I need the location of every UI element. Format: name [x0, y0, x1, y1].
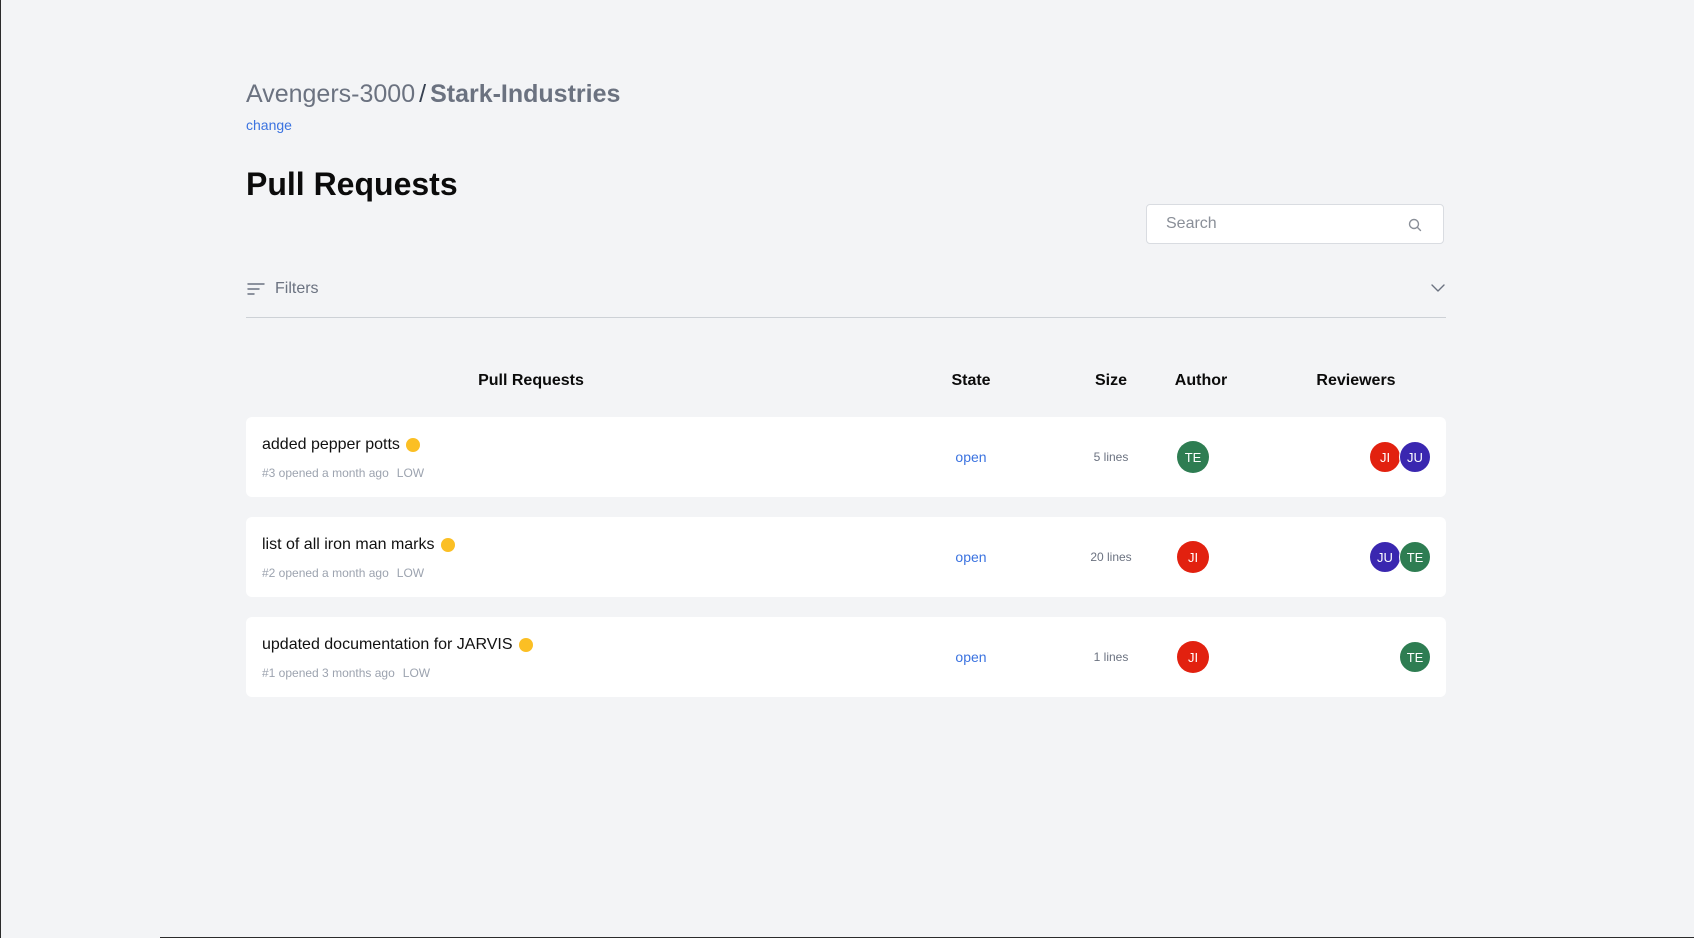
pr-state: open	[955, 549, 987, 565]
pr-title[interactable]: added pepper potts	[262, 436, 400, 454]
table-header: Pull Requests State Size Author Reviewer…	[246, 372, 1446, 396]
pr-state: open	[955, 449, 987, 465]
search-box	[1146, 204, 1444, 244]
pr-title-line: added pepper potts	[262, 436, 420, 454]
status-dot-icon	[518, 638, 533, 652]
pr-reviewers: TE JU	[1369, 541, 1431, 573]
chevron-down-icon[interactable]	[1430, 282, 1446, 294]
pr-author: JI	[1177, 641, 1209, 673]
pr-author: JI	[1177, 541, 1209, 573]
breadcrumb-separator: /	[419, 80, 427, 108]
reviewer-avatar: JU	[1369, 541, 1401, 573]
search-icon[interactable]	[1407, 217, 1423, 233]
pr-author: TE	[1177, 441, 1209, 473]
pr-opened-info: #2 opened a month ago	[262, 566, 389, 580]
pr-meta: #3 opened a month ago LOW	[262, 466, 424, 480]
header-pull-requests: Pull Requests	[478, 372, 584, 389]
pr-size: 1 lines	[1093, 650, 1129, 664]
page-title: Pull Requests	[246, 166, 458, 202]
reviewer-avatar: JU	[1399, 441, 1431, 473]
pr-title[interactable]: updated documentation for JARVIS	[262, 636, 513, 654]
pr-meta: #2 opened a month ago LOW	[262, 566, 424, 580]
pull-request-row[interactable]: updated documentation for JARVIS #1 open…	[246, 617, 1446, 697]
header-reviewers: Reviewers	[1316, 372, 1396, 389]
header-author: Author	[1174, 372, 1228, 389]
pr-state: open	[955, 649, 987, 665]
pr-opened-info: #1 opened 3 months ago	[262, 666, 395, 680]
window-left-border	[0, 0, 1, 938]
breadcrumb-org[interactable]: Avengers-3000	[246, 80, 415, 109]
reviewer-avatar: TE	[1399, 641, 1431, 673]
pr-size: 20 lines	[1090, 550, 1132, 564]
pr-size: 5 lines	[1093, 450, 1129, 464]
breadcrumb: Avengers-3000 / Stark-Industries	[246, 80, 620, 109]
author-avatar: TE	[1177, 441, 1209, 473]
pr-title[interactable]: list of all iron man marks	[262, 536, 435, 554]
author-avatar: JI	[1177, 541, 1209, 573]
header-state: State	[951, 372, 991, 389]
pr-meta: #1 opened 3 months ago LOW	[262, 666, 430, 680]
pr-priority: LOW	[396, 566, 425, 580]
pr-priority: LOW	[402, 666, 431, 680]
filters-toggle[interactable]: Filters	[246, 280, 319, 298]
status-dot-icon	[405, 438, 420, 452]
reviewer-avatar: TE	[1399, 541, 1431, 573]
search-input[interactable]	[1147, 214, 1398, 234]
filters-label: Filters	[275, 280, 319, 297]
pr-title-line: list of all iron man marks	[262, 536, 455, 554]
pull-request-list: added pepper potts #3 opened a month ago…	[246, 417, 1446, 717]
status-dot-icon	[440, 538, 455, 552]
author-avatar: JI	[1177, 641, 1209, 673]
breadcrumb-repo[interactable]: Stark-Industries	[430, 80, 620, 109]
pr-reviewers: JU JI	[1369, 441, 1431, 473]
pull-request-row[interactable]: added pepper potts #3 opened a month ago…	[246, 417, 1446, 497]
pr-opened-info: #3 opened a month ago	[262, 466, 389, 480]
pull-request-row[interactable]: list of all iron man marks #2 opened a m…	[246, 517, 1446, 597]
pr-reviewers: TE	[1399, 641, 1431, 673]
pr-title-line: updated documentation for JARVIS	[262, 636, 533, 654]
filter-icon	[247, 283, 265, 295]
pr-priority: LOW	[396, 466, 425, 480]
filters-bar: Filters	[246, 278, 1446, 318]
reviewer-avatar: JI	[1369, 441, 1401, 473]
change-repo-link[interactable]: change	[246, 117, 292, 133]
